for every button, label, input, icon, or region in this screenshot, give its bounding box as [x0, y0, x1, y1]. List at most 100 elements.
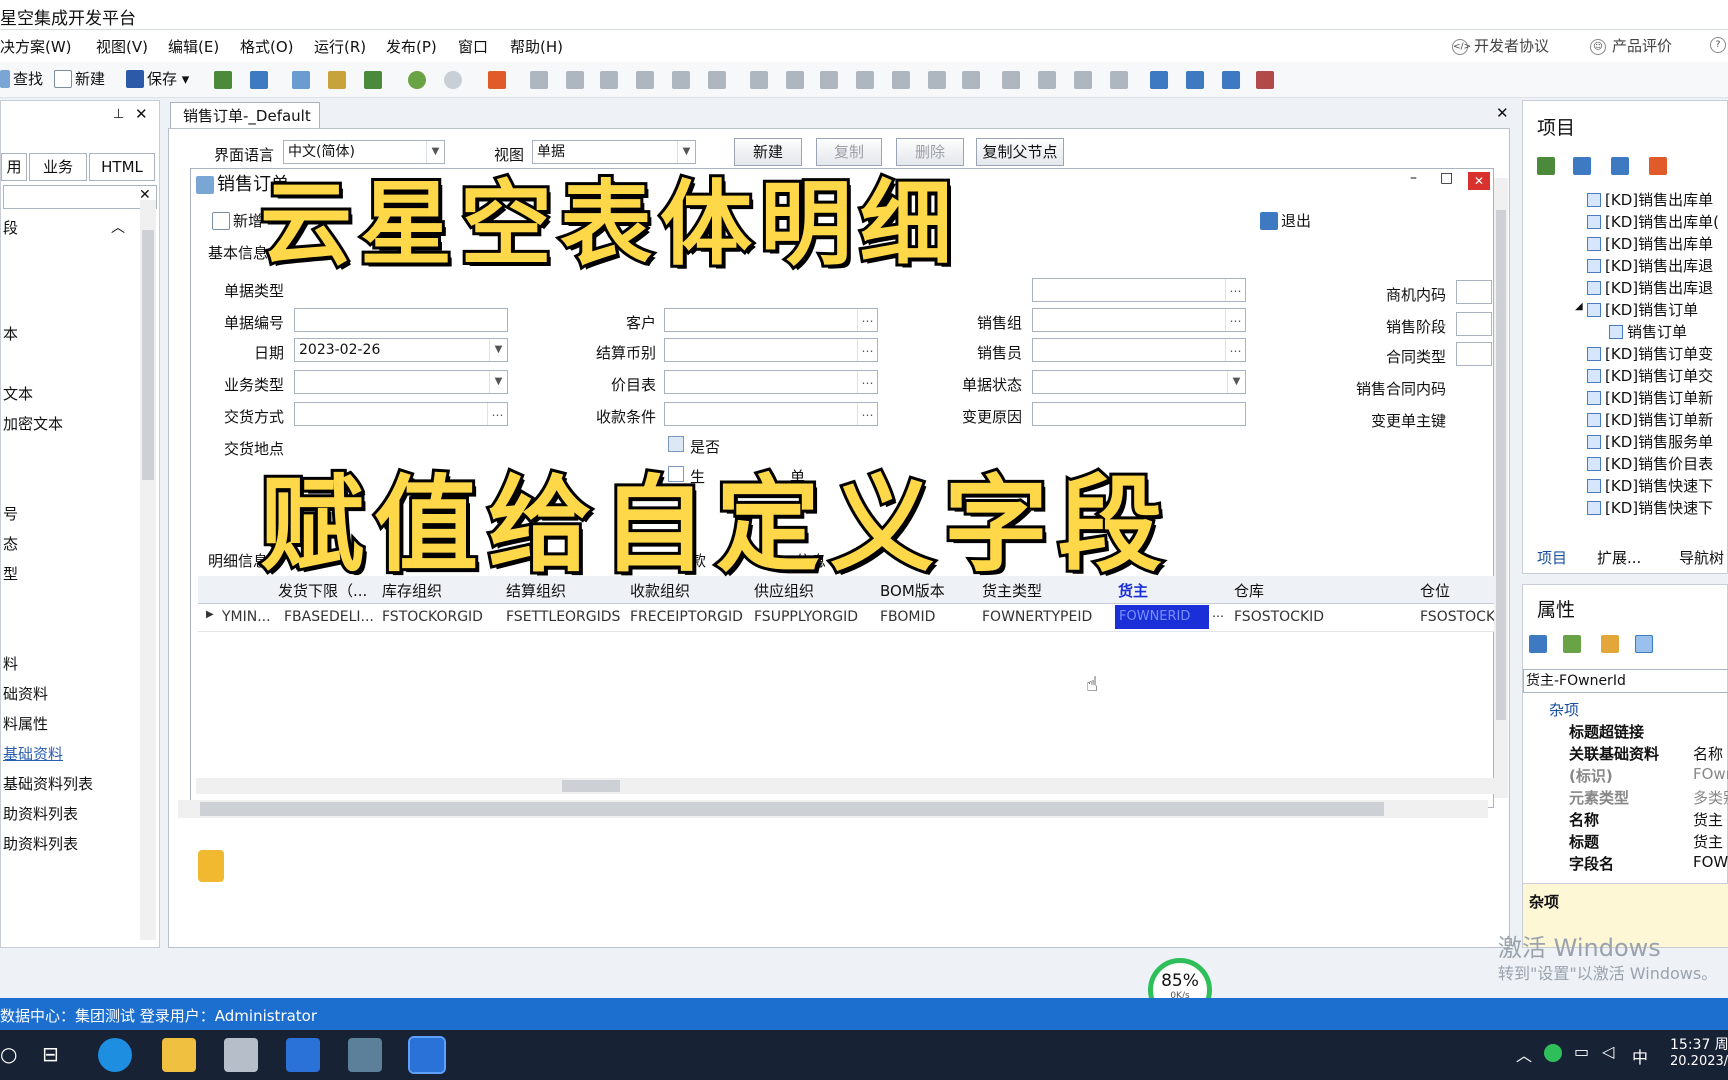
- database-icon[interactable]: [198, 850, 224, 882]
- notepad-icon[interactable]: [348, 1038, 382, 1072]
- minimize-icon[interactable]: –: [1410, 170, 1417, 186]
- tree-item[interactable]: [KD]销售出库单(: [1587, 211, 1719, 232]
- col-header[interactable]: 仓位: [1420, 580, 1450, 601]
- biz-type-select[interactable]: ▼: [294, 370, 508, 394]
- toolbox-item[interactable]: 加密文本: [3, 413, 63, 434]
- collapse-icon[interactable]: ︿: [111, 217, 125, 237]
- ellipsis-icon[interactable]: …: [1225, 339, 1245, 361]
- ellipsis-icon[interactable]: …: [857, 309, 877, 331]
- menu-view[interactable]: 视图(V): [96, 36, 148, 57]
- ime-indicator[interactable]: 中: [1632, 1044, 1648, 1068]
- toolbar-icon-2[interactable]: [250, 71, 268, 89]
- form-new-button[interactable]: 新增: [212, 210, 263, 231]
- prop-value[interactable]: FOWNER: [1693, 853, 1728, 871]
- copy-icon[interactable]: [1573, 157, 1591, 175]
- tree-item[interactable]: [KD]销售价目表: [1587, 453, 1713, 474]
- toolbox-item[interactable]: 础资料: [3, 683, 48, 704]
- tree-item[interactable]: [KD]销售服务单: [1587, 431, 1713, 452]
- sale-group-input[interactable]: …: [1032, 308, 1246, 332]
- toolbar-icon-3[interactable]: [292, 71, 310, 89]
- close-icon[interactable]: ✕: [135, 105, 148, 123]
- distribute-h-icon[interactable]: [672, 71, 690, 89]
- align-center-icon[interactable]: [600, 71, 618, 89]
- sale-dept-input[interactable]: …: [1032, 278, 1246, 302]
- tab-basic-info[interactable]: 基本信息: [208, 242, 268, 263]
- tree-item[interactable]: [KD]销售出库退: [1587, 277, 1713, 298]
- calendar-icon[interactable]: [1256, 71, 1274, 89]
- expand-icon[interactable]: ◢: [1575, 301, 1583, 312]
- toolbar-icon-1[interactable]: [214, 71, 232, 89]
- ellipsis-icon[interactable]: …: [487, 403, 507, 425]
- undo-icon[interactable]: [408, 71, 426, 89]
- toolbar-icon-5[interactable]: [364, 71, 382, 89]
- bill-status-select[interactable]: ▼: [1032, 370, 1246, 394]
- cell[interactable]: FRECEIPTORGID: [630, 609, 743, 625]
- ellipsis-icon[interactable]: …: [1212, 606, 1224, 620]
- form-exit-button[interactable]: 退出: [1260, 210, 1311, 231]
- tab-nav-tree[interactable]: 导航树: [1679, 547, 1724, 568]
- toolbox-item[interactable]: 型: [3, 563, 18, 584]
- save-button[interactable]: 保存 ▾: [126, 68, 189, 89]
- toolbox-item[interactable]: 态: [3, 533, 18, 554]
- same-height-icon[interactable]: [856, 71, 874, 89]
- align-left-icon[interactable]: [530, 71, 548, 89]
- dev-agreement-link[interactable]: </> 开发者协议: [1452, 35, 1549, 56]
- tree-item[interactable]: [KD]销售订单: [1587, 299, 1698, 320]
- refresh-icon[interactable]: [1537, 157, 1555, 175]
- toolbar-icon-4[interactable]: [328, 71, 346, 89]
- menu-help[interactable]: 帮助(H): [510, 36, 563, 57]
- align-bottom-icon[interactable]: [786, 71, 804, 89]
- app-icon[interactable]: [224, 1038, 258, 1072]
- salesman-input[interactable]: …: [1032, 338, 1246, 362]
- kingdee-icon[interactable]: [286, 1038, 320, 1072]
- same-size-icon[interactable]: [892, 71, 910, 89]
- layout-icon-2[interactable]: [1038, 71, 1056, 89]
- categorized-icon[interactable]: [1529, 635, 1547, 653]
- delete-icon[interactable]: [1649, 157, 1667, 175]
- volume-icon[interactable]: ◁: [1602, 1042, 1614, 1061]
- tree-item[interactable]: [KD]销售快速下: [1587, 497, 1713, 518]
- tree-item[interactable]: [KD]销售订单变: [1587, 343, 1713, 364]
- prop-value[interactable]: 名称: [1693, 743, 1728, 764]
- folder-icon[interactable]: [162, 1038, 196, 1072]
- table-row[interactable]: ▶ YMIN... FBASEDELI... FSTOCKORGID FSETT…: [198, 604, 1495, 632]
- cell[interactable]: FSOSTOCK: [1420, 609, 1495, 625]
- toolbox-item[interactable]: 基础资料列表: [3, 773, 93, 794]
- currency-input[interactable]: …: [664, 338, 878, 362]
- ellipsis-icon[interactable]: …: [1225, 309, 1245, 331]
- layout-icon-4[interactable]: [1110, 71, 1128, 89]
- paste-icon[interactable]: [1611, 157, 1629, 175]
- pin-icon[interactable]: ⊥: [113, 107, 124, 122]
- cell[interactable]: FSOSTOCKID: [1234, 609, 1324, 625]
- col-header[interactable]: 仓库: [1234, 580, 1264, 601]
- tree-item-selected[interactable]: 销售订单: [1609, 321, 1687, 342]
- tray-plus-icon[interactable]: [1544, 1044, 1562, 1062]
- events-icon[interactable]: [1635, 635, 1653, 653]
- tree-item[interactable]: [KD]销售出库单: [1587, 233, 1713, 254]
- customer-input[interactable]: …: [664, 308, 878, 332]
- tray-chevron-icon[interactable]: ︿: [1516, 1042, 1532, 1066]
- price-list-input[interactable]: …: [664, 370, 878, 394]
- task-view-icon[interactable]: ⊟: [42, 1042, 59, 1066]
- search-icon[interactable]: ○: [0, 1042, 17, 1066]
- distribute-v-icon[interactable]: [708, 71, 726, 89]
- cell[interactable]: FSETTLEORGIDS: [506, 609, 620, 625]
- canvas-hscroll-thumb[interactable]: [200, 802, 1384, 816]
- cell[interactable]: FOWNERTYPEID: [982, 609, 1092, 625]
- bill-no-input[interactable]: [294, 308, 508, 332]
- ie-icon[interactable]: [98, 1038, 132, 1072]
- toolbox-item[interactable]: 本: [3, 323, 18, 344]
- tab-detail-info[interactable]: 明细信息: [208, 550, 268, 571]
- help-button[interactable]: ?: [1710, 35, 1728, 53]
- tree-item[interactable]: [KD]销售订单新: [1587, 387, 1713, 408]
- menu-run[interactable]: 运行(R): [314, 36, 366, 57]
- toolbox-search-input[interactable]: [3, 185, 157, 209]
- ellipsis-icon[interactable]: …: [857, 403, 877, 425]
- menu-window[interactable]: 窗口: [458, 36, 488, 57]
- find-button[interactable]: 查找: [0, 68, 43, 89]
- form-vscroll-thumb[interactable]: [1496, 210, 1506, 720]
- receipt-cond-input[interactable]: …: [664, 402, 878, 426]
- tree-item[interactable]: [KD]销售订单新: [1587, 409, 1713, 430]
- copy-parent-button[interactable]: 复制父节点: [976, 138, 1064, 166]
- selected-object-select[interactable]: 货主-FOwnerId: [1523, 669, 1728, 693]
